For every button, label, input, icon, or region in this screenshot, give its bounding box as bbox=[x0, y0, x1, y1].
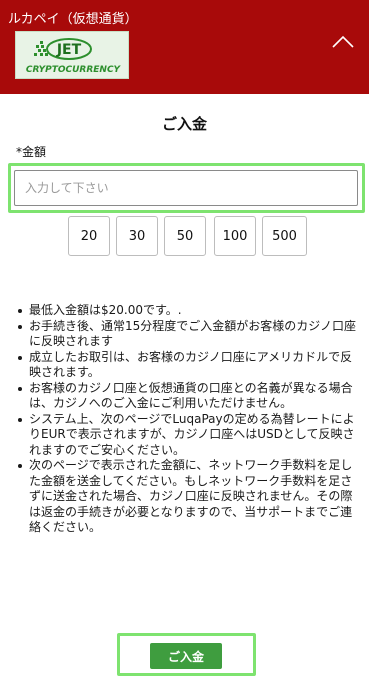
payment-method-title: ルカペイ（仮想通貨） bbox=[8, 12, 138, 27]
svg-text:CRYPTOCURRENCY: CRYPTOCURRENCY bbox=[26, 65, 122, 75]
deposit-notes: 最低入金額は$20.00です。. お手続き後、通常15分程度でご入金額がお客様の… bbox=[18, 303, 358, 536]
amount-label: *金額 bbox=[16, 145, 47, 159]
preset-amount-button[interactable]: 100 bbox=[214, 216, 256, 256]
svg-text:JET: JET bbox=[56, 42, 82, 58]
jet-cryptocurrency-logo: JET CRYPTOCURRENCY bbox=[15, 31, 129, 79]
note-item: システム上、次のページでLuqaPayの定める為替レートによりEURで表示されま… bbox=[18, 412, 358, 459]
note-item: 最低入金額は$20.00です。. bbox=[18, 303, 358, 319]
note-item: 成立したお取引は、お客様のカジノ口座にアメリカドルで反映されます。 bbox=[18, 350, 358, 381]
chevron-up-icon[interactable] bbox=[326, 28, 360, 56]
preset-amount-button[interactable]: 50 bbox=[164, 216, 206, 256]
deposit-submit-button[interactable]: ご入金 bbox=[150, 643, 222, 669]
preset-amount-button[interactable]: 30 bbox=[116, 216, 158, 256]
preset-amount-button[interactable]: 500 bbox=[262, 216, 307, 256]
note-item: お客様のカジノ口座と仮想通貨の口座との名義が異なる場合は、カジノへのご入金にご利… bbox=[18, 381, 358, 412]
note-item: 次のページで表示された金額に、ネットワーク手数料を足した金額を送金してください。… bbox=[18, 458, 358, 536]
payment-method-header[interactable]: ルカペイ（仮想通貨） JET CRYPTOCURRENCY bbox=[0, 0, 369, 94]
amount-input[interactable] bbox=[14, 170, 358, 206]
preset-amount-button[interactable]: 20 bbox=[68, 216, 110, 256]
note-item: お手続き後、通常15分程度でご入金額がお客様のカジノ口座に反映されます bbox=[18, 319, 358, 350]
deposit-title: ご入金 bbox=[161, 115, 207, 133]
